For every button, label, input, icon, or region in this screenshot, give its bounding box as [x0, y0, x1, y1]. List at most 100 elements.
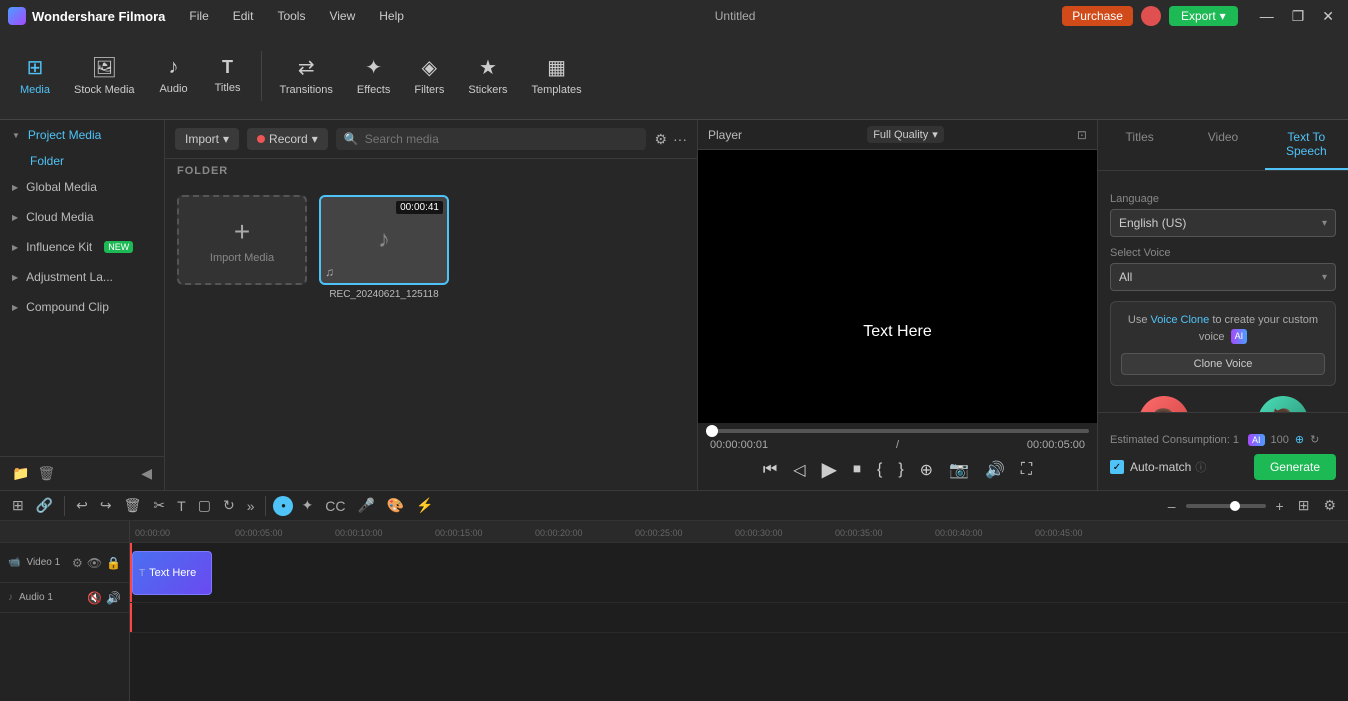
sidebar-item-adjustment[interactable]: ▶ Adjustment La...	[0, 262, 164, 292]
window-title: Untitled	[408, 9, 1062, 23]
audio1-mute[interactable]: 🔇	[87, 591, 102, 605]
layout-button[interactable]: ⊞	[1294, 495, 1314, 516]
in-point-button[interactable]: {	[873, 459, 886, 481]
menu-edit[interactable]: Edit	[229, 7, 258, 25]
link-button[interactable]: 🔗	[32, 495, 57, 516]
voice-card-jenny[interactable]: 👩 Jenny	[1110, 396, 1217, 412]
text-button[interactable]: T	[173, 496, 190, 516]
stop-button[interactable]: ⏹	[849, 459, 865, 481]
video1-mute[interactable]: 👁	[87, 556, 102, 570]
motion-button[interactable]: ⚡	[412, 495, 437, 516]
more-icon[interactable]: ···	[673, 131, 687, 148]
toolbar-audio[interactable]: ♪ Audio	[149, 50, 199, 101]
color-button[interactable]: 🎨	[383, 495, 408, 516]
voice-card-jason[interactable]: 🧑 Jason	[1229, 396, 1336, 412]
menu-tools[interactable]: Tools	[273, 7, 309, 25]
rotate-button[interactable]: ↻	[219, 495, 239, 516]
toolbar-stickers[interactable]: ★ Stickers	[458, 49, 517, 102]
import-media-card[interactable]: + Import Media	[177, 195, 307, 285]
add-coins-icon[interactable]: ⊕	[1295, 433, 1304, 446]
video1-label: Video 1	[26, 557, 60, 568]
prev-frame-button[interactable]: ◁	[789, 458, 809, 482]
toolbar-templates[interactable]: ▦ Templates	[521, 49, 591, 102]
text-clip-block[interactable]: T Text Here	[132, 551, 212, 595]
cut-button[interactable]: ✂	[149, 495, 169, 516]
play-button[interactable]: ▶	[818, 455, 841, 484]
fullscreen-button[interactable]: ⛶	[1017, 459, 1036, 481]
search-input[interactable]	[365, 132, 639, 146]
language-dropdown[interactable]: English (US) ▾	[1110, 209, 1336, 237]
progress-bar[interactable]	[706, 429, 1089, 433]
menu-bar: File Edit Tools View Help	[185, 7, 408, 25]
tab-text-to-speech[interactable]: Text To Speech	[1265, 120, 1348, 170]
menu-view[interactable]: View	[325, 7, 359, 25]
tab-titles[interactable]: Titles	[1098, 120, 1181, 170]
voice-avatar-jason: 🧑	[1258, 396, 1308, 412]
settings-button[interactable]: ⚙	[1319, 495, 1340, 516]
snap-button[interactable]	[273, 496, 293, 516]
voice-clone-link[interactable]: Voice Clone	[1151, 314, 1210, 326]
video1-lock[interactable]: 🔒	[106, 556, 121, 570]
toolbar-media[interactable]: ⊞ Media	[10, 49, 60, 102]
zoom-slider[interactable]	[1186, 504, 1266, 508]
quality-select[interactable]: Full Quality ▾	[867, 126, 944, 143]
filter-icon[interactable]: ⚙	[654, 131, 667, 148]
sidebar-item-compound-clip[interactable]: ▶ Compound Clip	[0, 292, 164, 322]
snapshot-button[interactable]: 📷	[945, 458, 973, 482]
track-settings-button[interactable]: ⊞	[8, 495, 28, 516]
step-back-button[interactable]: ⏮	[759, 459, 781, 481]
record-button[interactable]: Record ▾	[247, 128, 328, 150]
volume-button[interactable]: 🔊	[981, 458, 1009, 482]
generate-button[interactable]: Generate	[1254, 454, 1336, 480]
undo-button[interactable]: ↩	[72, 495, 92, 516]
ai-coin-icon: AI	[1248, 434, 1265, 446]
user-avatar[interactable]	[1141, 6, 1161, 26]
sidebar-item-folder[interactable]: Folder	[0, 150, 164, 172]
refresh-icon[interactable]: ↻	[1310, 433, 1319, 446]
search-box[interactable]: 🔍	[336, 128, 647, 150]
ai-tools-button[interactable]: ✦	[297, 495, 317, 516]
toolbar-transitions[interactable]: ⇄ Transitions	[270, 49, 343, 102]
toolbar-effects[interactable]: ✦ Effects	[347, 49, 400, 102]
delete-icon[interactable]: 🗑	[37, 465, 55, 482]
export-button[interactable]: Export ▾	[1169, 6, 1238, 26]
subtitle-button[interactable]: CC	[321, 496, 349, 516]
delete-button[interactable]: 🗑	[120, 495, 146, 516]
tab-video[interactable]: Video	[1181, 120, 1264, 170]
collapse-icon[interactable]: ◀	[141, 465, 152, 482]
import-button[interactable]: Import ▾	[175, 128, 239, 150]
crop-button[interactable]: ▢	[194, 495, 215, 516]
clone-voice-button[interactable]: Clone Voice	[1121, 353, 1325, 375]
sidebar-item-influence-kit[interactable]: ▶ Influence Kit NEW	[0, 232, 164, 262]
sidebar-item-cloud-media[interactable]: ▶ Cloud Media	[0, 202, 164, 232]
minimize-button[interactable]: —	[1254, 6, 1280, 27]
audio1-solo[interactable]: 🔊	[106, 591, 121, 605]
more-tools-button[interactable]: »	[243, 496, 259, 516]
zoom-in-button[interactable]: +	[1272, 496, 1288, 516]
zoom-out-button[interactable]: –	[1164, 496, 1180, 516]
templates-icon: ▦	[547, 55, 566, 80]
menu-help[interactable]: Help	[375, 7, 408, 25]
preview-overlay-text: Text Here	[863, 323, 931, 341]
close-button[interactable]: ✕	[1316, 6, 1340, 27]
redo-button[interactable]: ↪	[96, 495, 116, 516]
video1-settings[interactable]: ⚙	[72, 556, 83, 570]
voice-dropdown[interactable]: All ▾	[1110, 263, 1336, 291]
maximize-button[interactable]: ❐	[1286, 6, 1311, 27]
sidebar-item-global-media[interactable]: ▶ Global Media	[0, 172, 164, 202]
add-folder-icon[interactable]: 📁	[12, 465, 29, 482]
clone-voice-box: Use Voice Clone to create your custom vo…	[1110, 301, 1336, 386]
audio-track-button[interactable]: 🎤	[353, 495, 378, 516]
out-point-button[interactable]: }	[894, 459, 907, 481]
sidebar-item-project-media[interactable]: ▼ Project Media	[0, 120, 164, 150]
add-to-timeline-button[interactable]: ⊕	[916, 458, 937, 482]
titles-icon: T	[222, 57, 233, 78]
media-file-card[interactable]: 00:00:41 ♪ ♫ REC_20240621_125118	[319, 195, 449, 300]
fullscreen-icon[interactable]: ⊡	[1077, 128, 1087, 142]
auto-match-checkbox[interactable]: ✓	[1110, 460, 1124, 474]
purchase-button[interactable]: Purchase	[1062, 6, 1133, 26]
toolbar-stock-media[interactable]: 🖼 Stock Media	[64, 49, 145, 102]
menu-file[interactable]: File	[185, 7, 212, 25]
toolbar-filters[interactable]: ◈ Filters	[404, 49, 454, 102]
toolbar-titles[interactable]: T Titles	[203, 51, 253, 100]
